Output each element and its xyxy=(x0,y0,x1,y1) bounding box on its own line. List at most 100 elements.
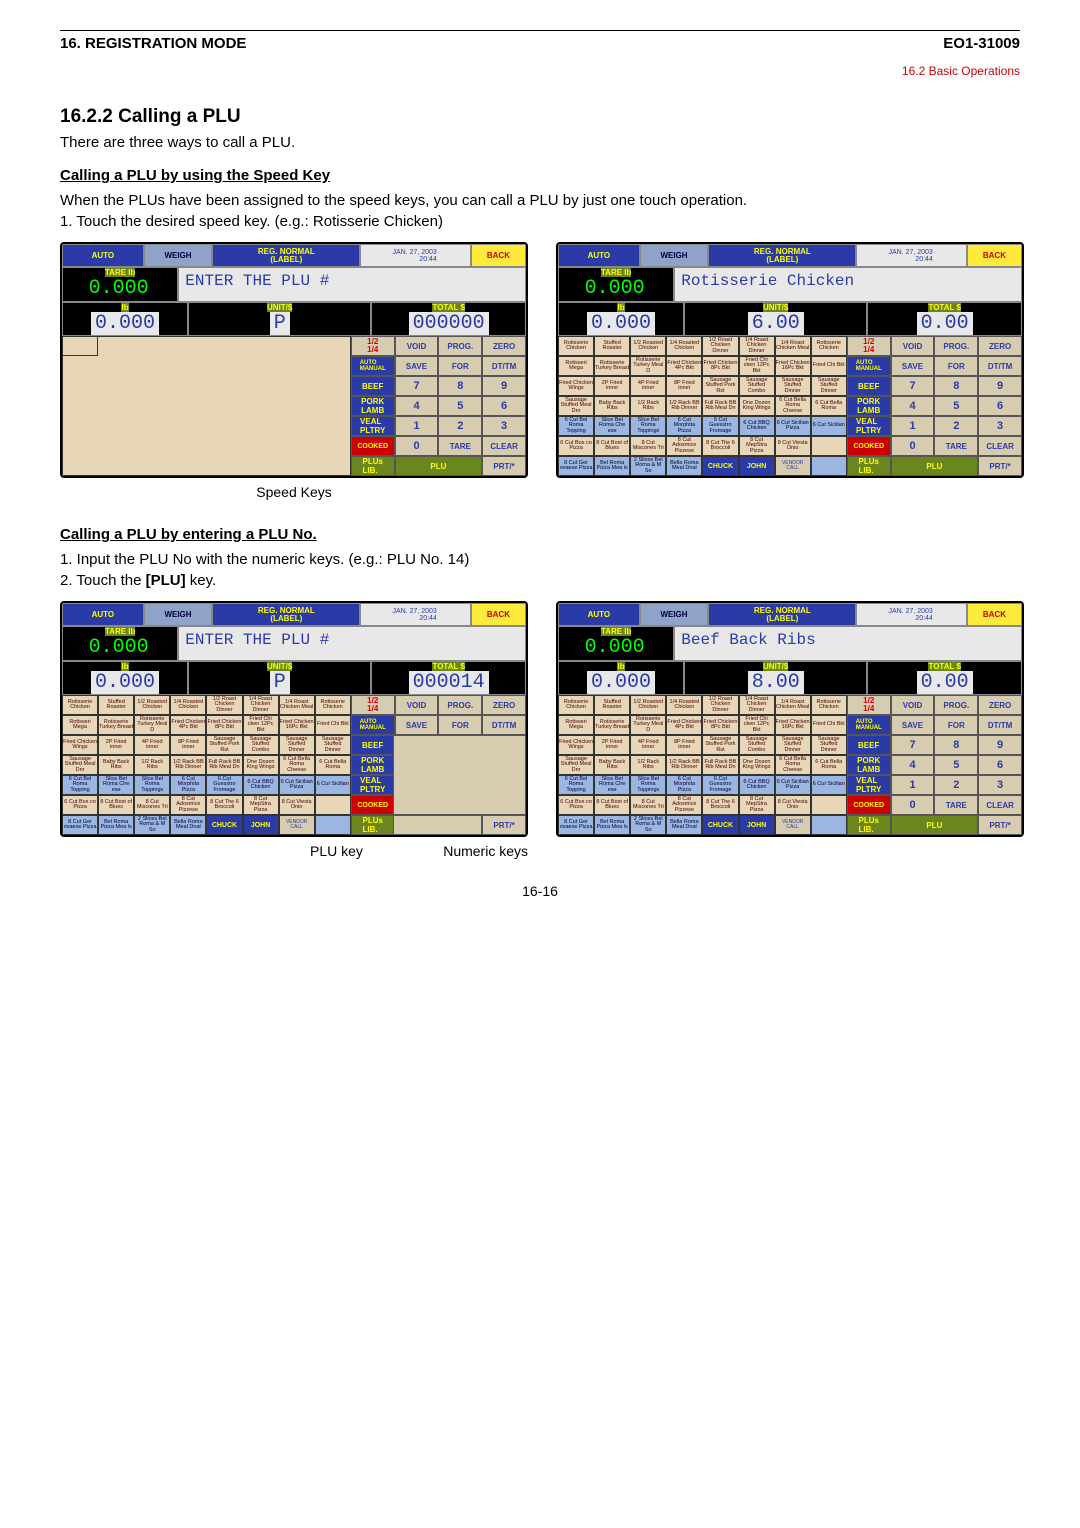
back-button[interactable]: BACK xyxy=(967,244,1022,267)
num-6[interactable]: 6 xyxy=(482,755,526,775)
speed-key[interactable]: Rotisserie Chicken xyxy=(315,336,351,356)
speed-key[interactable]: Sausage Stuffed Meal Dnr xyxy=(62,396,98,416)
pork-lamb-cat-button[interactable]: PORKLAMB xyxy=(351,755,395,775)
speed-key[interactable]: Fried Chicken 16Pc Bkt xyxy=(279,715,315,735)
speed-key[interactable]: 1/4 Roasted Chicken xyxy=(666,695,702,715)
plu-button[interactable]: PLU xyxy=(891,815,979,835)
num-2[interactable]: 2 xyxy=(438,416,482,436)
speed-key[interactable]: 1/4 Roast Chicken Meal xyxy=(775,336,811,356)
frac-1-2-button[interactable]: 1/21/4 xyxy=(847,695,891,715)
speed-key[interactable]: 6 Cut Sicilian xyxy=(811,775,847,795)
speed-key[interactable]: Fried Chicken 16Pc Bkt xyxy=(775,715,811,735)
speed-key[interactable]: Sausage Stuffed Meal Dnr xyxy=(558,396,594,416)
speed-key[interactable]: 8 Cut Adosmice Pizzese xyxy=(666,795,702,815)
speed-key[interactable]: Sausage Stuffed Dinner xyxy=(775,376,811,396)
plu-entry-field[interactable]: Rotisserie Chicken xyxy=(674,267,1022,302)
speed-key[interactable]: 1/2 Rack BB Rib Dinner xyxy=(170,755,206,775)
speed-key[interactable]: 1/4 Roast Chicken Dinner xyxy=(243,695,279,715)
speed-key[interactable]: JOHN xyxy=(739,456,775,476)
speed-key[interactable]: Fried Chicken 16Pc Bkt xyxy=(775,356,811,376)
cooked-cat-button[interactable]: COOKED xyxy=(351,436,395,456)
speed-key[interactable]: Stuffed Roaster xyxy=(98,695,134,715)
num-3[interactable]: 3 xyxy=(978,416,1022,436)
prt-button[interactable]: PRT/* xyxy=(978,456,1022,476)
save-button[interactable]: SAVE xyxy=(891,715,935,735)
speed-key[interactable]: Rotisserie Turkey Meal D xyxy=(134,715,170,735)
speed-key[interactable]: 8P Fried inner xyxy=(666,735,702,755)
auto-button[interactable]: AUTO xyxy=(62,603,144,626)
speed-key[interactable]: 1/2 Rack BB Rib Dinner xyxy=(170,396,206,416)
speed-key[interactable]: 8 Cut MepStra Pizza xyxy=(243,795,279,815)
speed-key[interactable]: 6 Cut Guesstro Fromage xyxy=(702,775,738,795)
dt-tm-button[interactable]: DT/TM xyxy=(482,356,526,376)
plu-button[interactable]: PLU xyxy=(891,456,979,476)
auto-button[interactable]: AUTO xyxy=(558,603,640,626)
num-1[interactable]: 1 xyxy=(891,416,935,436)
speed-key[interactable]: Sausage Stuffed Combo xyxy=(243,376,279,396)
beef-cat-button[interactable]: BEEF xyxy=(351,735,395,755)
zero-button[interactable]: ZERO xyxy=(978,695,1022,715)
frac-1-2-button[interactable]: 1/21/4 xyxy=(847,336,891,356)
speed-key[interactable]: 6 Cut Bella Roma xyxy=(315,755,351,775)
num-4[interactable]: 4 xyxy=(891,755,935,775)
plus-lib-button[interactable]: PLUsLIB. xyxy=(847,456,891,476)
veal-pltry-cat-button[interactable]: VEALPLTRY xyxy=(351,416,395,436)
num-3[interactable]: 3 xyxy=(482,416,526,436)
speed-key[interactable]: 1/2 Rack Ribs xyxy=(630,755,666,775)
speed-key[interactable]: 6 Cut Sicilian xyxy=(315,775,351,795)
tare-button[interactable]: TARE xyxy=(438,436,482,456)
weigh-button[interactable]: WEIGH xyxy=(144,244,212,267)
back-button[interactable]: BACK xyxy=(471,244,526,267)
speed-key[interactable]: Stuffed Roaster xyxy=(594,695,630,715)
speed-key[interactable]: 6 Cut Morphita Pizza xyxy=(666,416,702,436)
speed-key[interactable]: Rotisserie Turkey Breast xyxy=(98,715,134,735)
speed-key[interactable]: 8 Cut The 6 Broccoli xyxy=(206,436,242,456)
speed-key[interactable]: Baby Back Ribs xyxy=(98,396,134,416)
speed-key[interactable]: 6 Cut Sicilian Pizza xyxy=(775,416,811,436)
speed-key[interactable]: One Dozen King Wings xyxy=(243,755,279,775)
prog-button[interactable]: PROG. xyxy=(934,336,978,356)
plu-entry-field[interactable]: Beef Back Ribs xyxy=(674,626,1022,661)
speed-key[interactable]: 1/2 Roasted Chicken xyxy=(630,336,666,356)
speed-key[interactable]: Sausage Stuffed Dinner xyxy=(279,735,315,755)
speed-key[interactable]: 6 Cut Morphita Pizza xyxy=(666,775,702,795)
speed-key[interactable]: Fried Chicken 8Pc Bkt xyxy=(206,715,242,735)
speed-key[interactable]: Sausage Stuffed Meal Dnr xyxy=(558,755,594,775)
void-button[interactable]: VOID xyxy=(891,336,935,356)
auto-manual-button[interactable]: AUTOMANUAL xyxy=(847,356,891,376)
beef-cat-button[interactable]: BEEF xyxy=(847,376,891,396)
speed-key[interactable]: Rotisserie Chicken xyxy=(62,336,98,356)
num-2[interactable]: 2 xyxy=(934,416,978,436)
speed-key[interactable]: 6 Cut Bel Roma Topping xyxy=(558,416,594,436)
speed-key[interactable]: Fried Chicken 4Pc Bkt xyxy=(170,715,206,735)
clear-button[interactable]: CLEAR xyxy=(978,436,1022,456)
num-1[interactable]: 1 xyxy=(891,775,935,795)
speed-key[interactable]: Slice Bel Roma Toppings xyxy=(630,416,666,436)
speed-key[interactable]: One Dozen King Wings xyxy=(243,396,279,416)
prog-button[interactable]: PROG. xyxy=(934,695,978,715)
speed-key[interactable]: Sausage Stuffed Dinner xyxy=(811,376,847,396)
speed-key[interactable]: 6 Cut Guesstro Fromage xyxy=(206,775,242,795)
void-button[interactable]: VOID xyxy=(891,695,935,715)
speed-key[interactable]: 1/4 Roast Chicken Dinner xyxy=(243,336,279,356)
plus-lib-button[interactable]: PLUsLIB. xyxy=(847,815,891,835)
speed-key[interactable]: 6 Cut Sicilian Pizza xyxy=(279,775,315,795)
speed-key[interactable]: Fried Chi Bkt xyxy=(811,356,847,376)
num-0[interactable]: 0 xyxy=(891,795,935,815)
speed-key[interactable]: JOHN xyxy=(739,815,775,835)
speed-key[interactable]: Rotisserie Chicken xyxy=(811,336,847,356)
speed-key[interactable]: Sausage Stuffed Dinner xyxy=(279,376,315,396)
back-button[interactable]: BACK xyxy=(471,603,526,626)
speed-key[interactable]: One Dozen King Wings xyxy=(739,396,775,416)
speed-key[interactable]: Bella Roma Meal Dnal xyxy=(170,815,206,835)
speed-key[interactable]: VENDOR CALL xyxy=(775,815,811,835)
speed-key[interactable]: Bel Roma Pizza Mea ls xyxy=(98,815,134,835)
speed-key[interactable]: 1/2 Roast Chicken Dinner xyxy=(702,695,738,715)
speed-key[interactable]: Stuffed Roaster xyxy=(594,336,630,356)
speed-key[interactable]: CHUCK xyxy=(206,456,242,476)
speed-key[interactable]: Rotisserie Chicken xyxy=(558,336,594,356)
speed-key[interactable]: 2 Slices Bel Roma & M So xyxy=(134,456,170,476)
speed-key[interactable]: Rotisserie Turkey Breast xyxy=(98,356,134,376)
speed-key[interactable]: 8 Cut Ger ovaese Pizza xyxy=(62,456,98,476)
speed-key[interactable]: JOHN xyxy=(243,456,279,476)
